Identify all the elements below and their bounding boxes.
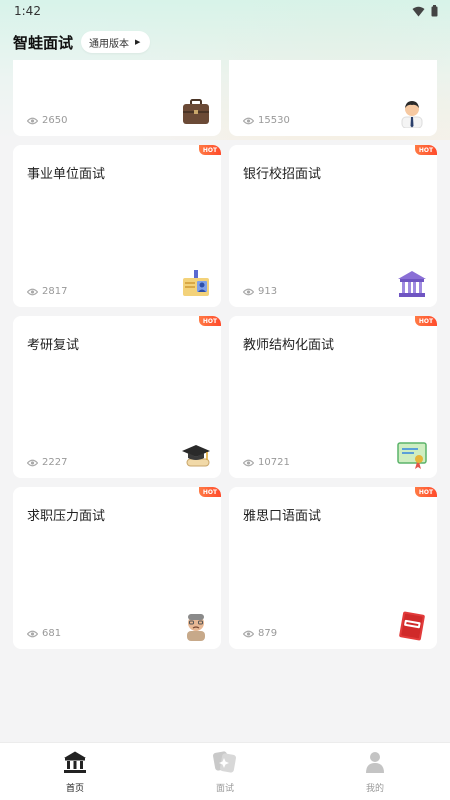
graduation-cap-icon (181, 440, 211, 470)
category-card[interactable]: HOT 求职压力面试 681 (13, 487, 221, 649)
card-title: 教师结构化面试 (243, 338, 335, 353)
eye-icon (243, 288, 254, 296)
tab-interview[interactable]: 面试 (150, 743, 300, 800)
eye-icon (27, 459, 38, 467)
tab-label: 首页 (65, 783, 84, 794)
wifi-icon (412, 6, 425, 16)
view-count: 15530 (243, 115, 290, 126)
hot-badge: HOT (199, 487, 221, 497)
view-count: 2650 (27, 115, 67, 126)
app-header: 智蛙面试 通用版本 ▶ (0, 26, 450, 58)
status-bar: 1:42 (0, 0, 450, 22)
eye-icon (27, 630, 38, 638)
tab-profile[interactable]: 我的 (300, 743, 450, 800)
hot-badge: HOT (415, 145, 437, 155)
status-icons (412, 5, 438, 17)
hot-badge: HOT (415, 316, 437, 326)
category-card[interactable]: HOT 银行校招面试 913 (229, 145, 437, 307)
category-card[interactable]: 2650 (13, 60, 221, 136)
interview-cards-icon (212, 750, 238, 778)
briefcase-icon (181, 98, 211, 128)
category-card[interactable]: HOT 事业单位面试 2817 (13, 145, 221, 307)
hot-badge: HOT (199, 145, 221, 155)
tab-home[interactable]: 首页 (0, 743, 150, 800)
category-card[interactable]: HOT 考研复试 2227 (13, 316, 221, 478)
version-selector[interactable]: 通用版本 ▶ (81, 31, 151, 53)
view-count: 681 (27, 628, 61, 639)
certificate-icon (397, 440, 427, 470)
view-count: 2227 (27, 457, 67, 468)
eye-icon (243, 630, 254, 638)
businessman-icon (397, 98, 427, 129)
tab-label: 我的 (365, 783, 384, 794)
ielts-book-icon (397, 611, 427, 641)
view-count: 2817 (27, 286, 67, 297)
category-card[interactable]: HOT 教师结构化面试 10721 (229, 316, 437, 478)
card-title: 银行校招面试 (243, 167, 322, 182)
card-title: 雅思口语面试 (243, 509, 322, 524)
status-time: 1:42 (14, 4, 41, 18)
home-bank-icon (63, 750, 87, 778)
view-count: 879 (243, 628, 277, 639)
view-count: 913 (243, 286, 277, 297)
caret-right-icon: ▶ (135, 38, 141, 46)
eye-icon (243, 459, 254, 467)
eye-icon (27, 288, 38, 296)
category-card[interactable]: 15530 (229, 60, 437, 136)
hot-badge: HOT (415, 487, 437, 497)
card-title: 事业单位面试 (27, 167, 106, 182)
stressed-man-icon (181, 611, 211, 641)
eye-icon (27, 117, 38, 125)
card-title: 考研复试 (27, 338, 80, 353)
tab-label: 面试 (215, 783, 234, 794)
bank-icon (397, 269, 427, 299)
id-badge-icon (181, 269, 211, 299)
eye-icon (243, 117, 254, 125)
category-card[interactable]: HOT 雅思口语面试 879 (229, 487, 437, 649)
card-title: 求职压力面试 (27, 509, 106, 524)
app-title: 智蛙面试 (13, 33, 74, 52)
view-count: 10721 (243, 457, 290, 468)
profile-icon (363, 750, 387, 778)
hot-badge: HOT (199, 316, 221, 326)
version-label: 通用版本 (89, 38, 130, 50)
bottom-tab-bar: 首页 面试 我的 (0, 742, 450, 800)
battery-icon (431, 5, 438, 17)
